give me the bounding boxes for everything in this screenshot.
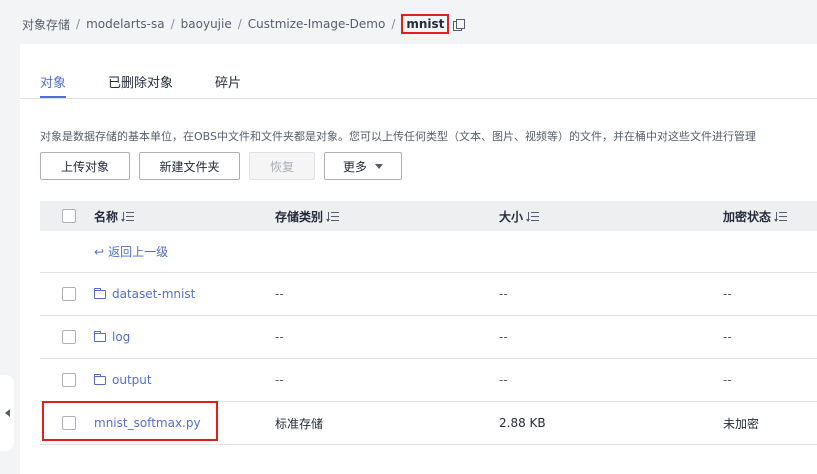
folder-link[interactable]: output bbox=[94, 359, 152, 401]
more-dropdown-button[interactable]: 更多 bbox=[324, 152, 402, 180]
main-panel: 对象 已删除对象 碎片 对象是数据存储的基本单位，在OBS中文件和文件夹都是对象… bbox=[20, 44, 817, 474]
folder-link[interactable]: dataset-mnist bbox=[94, 273, 195, 315]
table-row: mnist_softmax.py 标准存储 2.88 KB 未加密 bbox=[40, 402, 817, 445]
copy-icon[interactable] bbox=[453, 18, 466, 31]
new-folder-button[interactable]: 新建文件夹 bbox=[139, 152, 240, 180]
chevron-down-icon bbox=[375, 163, 383, 169]
breadcrumb-separator: / bbox=[76, 17, 81, 31]
encryption-cell: 未加密 bbox=[723, 416, 760, 431]
table-row: dataset-mnist -- -- -- bbox=[40, 273, 817, 316]
breadcrumb-item-bucket-service[interactable]: 对象存储 bbox=[22, 16, 70, 33]
tab-bar: 对象 已删除对象 碎片 bbox=[40, 74, 283, 98]
size-cell: -- bbox=[499, 287, 508, 301]
objects-table: 名称 存储类别 大小 加密状态 ↩ 返回上一级 dataset-mnist --… bbox=[40, 201, 817, 445]
chevron-left-icon bbox=[4, 409, 10, 417]
row-checkbox[interactable] bbox=[62, 373, 76, 387]
breadcrumb-separator: / bbox=[170, 17, 175, 31]
upload-object-button[interactable]: 上传对象 bbox=[40, 152, 130, 180]
tab-fragments[interactable]: 碎片 bbox=[215, 74, 241, 98]
column-header-storage-class[interactable]: 存储类别 bbox=[275, 201, 340, 231]
more-label: 更多 bbox=[342, 159, 367, 174]
tab-deleted-objects[interactable]: 已删除对象 bbox=[108, 74, 173, 98]
back-arrow-icon: ↩ bbox=[94, 244, 105, 259]
storage-class-cell: -- bbox=[275, 330, 284, 344]
table-header: 名称 存储类别 大小 加密状态 bbox=[40, 201, 817, 231]
file-link[interactable]: mnist_softmax.py bbox=[94, 402, 201, 444]
breadcrumb-item-folder-baoyujie[interactable]: baoyujie bbox=[181, 17, 232, 31]
folder-link[interactable]: log bbox=[94, 316, 130, 358]
column-header-name[interactable]: 名称 bbox=[94, 201, 135, 231]
table-row: output -- -- -- bbox=[40, 359, 817, 402]
column-header-size[interactable]: 大小 bbox=[499, 201, 540, 231]
size-cell: -- bbox=[499, 330, 508, 344]
folder-icon bbox=[94, 288, 106, 299]
row-checkbox[interactable] bbox=[62, 330, 76, 344]
row-checkbox[interactable] bbox=[62, 416, 76, 430]
toolbar: 上传对象 新建文件夹 恢复 更多 bbox=[40, 152, 411, 180]
sort-icon[interactable] bbox=[526, 211, 540, 222]
encryption-cell: -- bbox=[723, 330, 732, 344]
size-cell: 2.88 KB bbox=[499, 416, 546, 430]
storage-class-cell: -- bbox=[275, 287, 284, 301]
back-row: ↩ 返回上一级 bbox=[40, 231, 817, 273]
breadcrumb-item-bucket[interactable]: modelarts-sa bbox=[86, 17, 165, 31]
restore-button: 恢复 bbox=[249, 152, 315, 180]
folder-icon bbox=[94, 374, 106, 385]
encryption-cell: -- bbox=[723, 373, 732, 387]
select-all-checkbox[interactable] bbox=[62, 209, 76, 223]
encryption-cell: -- bbox=[723, 287, 732, 301]
tab-objects[interactable]: 对象 bbox=[40, 74, 67, 98]
sort-icon[interactable] bbox=[121, 211, 135, 222]
folder-icon bbox=[94, 331, 106, 342]
objects-description: 对象是数据存储的基本单位，在OBS中文件和文件夹都是对象。您可以上传任何类型（文… bbox=[40, 130, 756, 143]
sort-icon[interactable] bbox=[326, 211, 340, 222]
sidebar-collapse-toggle[interactable] bbox=[0, 375, 14, 451]
storage-class-cell: 标准存储 bbox=[275, 416, 324, 431]
column-header-encryption[interactable]: 加密状态 bbox=[723, 201, 788, 231]
breadcrumb-item-folder-demo[interactable]: Custmize-Image-Demo bbox=[248, 17, 386, 31]
back-link[interactable]: ↩ 返回上一级 bbox=[94, 231, 168, 272]
breadcrumb-current: mnist bbox=[401, 14, 450, 34]
breadcrumb-separator: / bbox=[391, 17, 396, 31]
storage-class-cell: -- bbox=[275, 373, 284, 387]
breadcrumb-separator: / bbox=[237, 17, 242, 31]
sort-icon[interactable] bbox=[774, 211, 788, 222]
breadcrumb: 对象存储 / modelarts-sa / baoyujie / Custmiz… bbox=[22, 14, 466, 34]
size-cell: -- bbox=[499, 373, 508, 387]
table-row: log -- -- -- bbox=[40, 316, 817, 359]
row-checkbox[interactable] bbox=[62, 287, 76, 301]
tab-divider bbox=[20, 98, 817, 99]
